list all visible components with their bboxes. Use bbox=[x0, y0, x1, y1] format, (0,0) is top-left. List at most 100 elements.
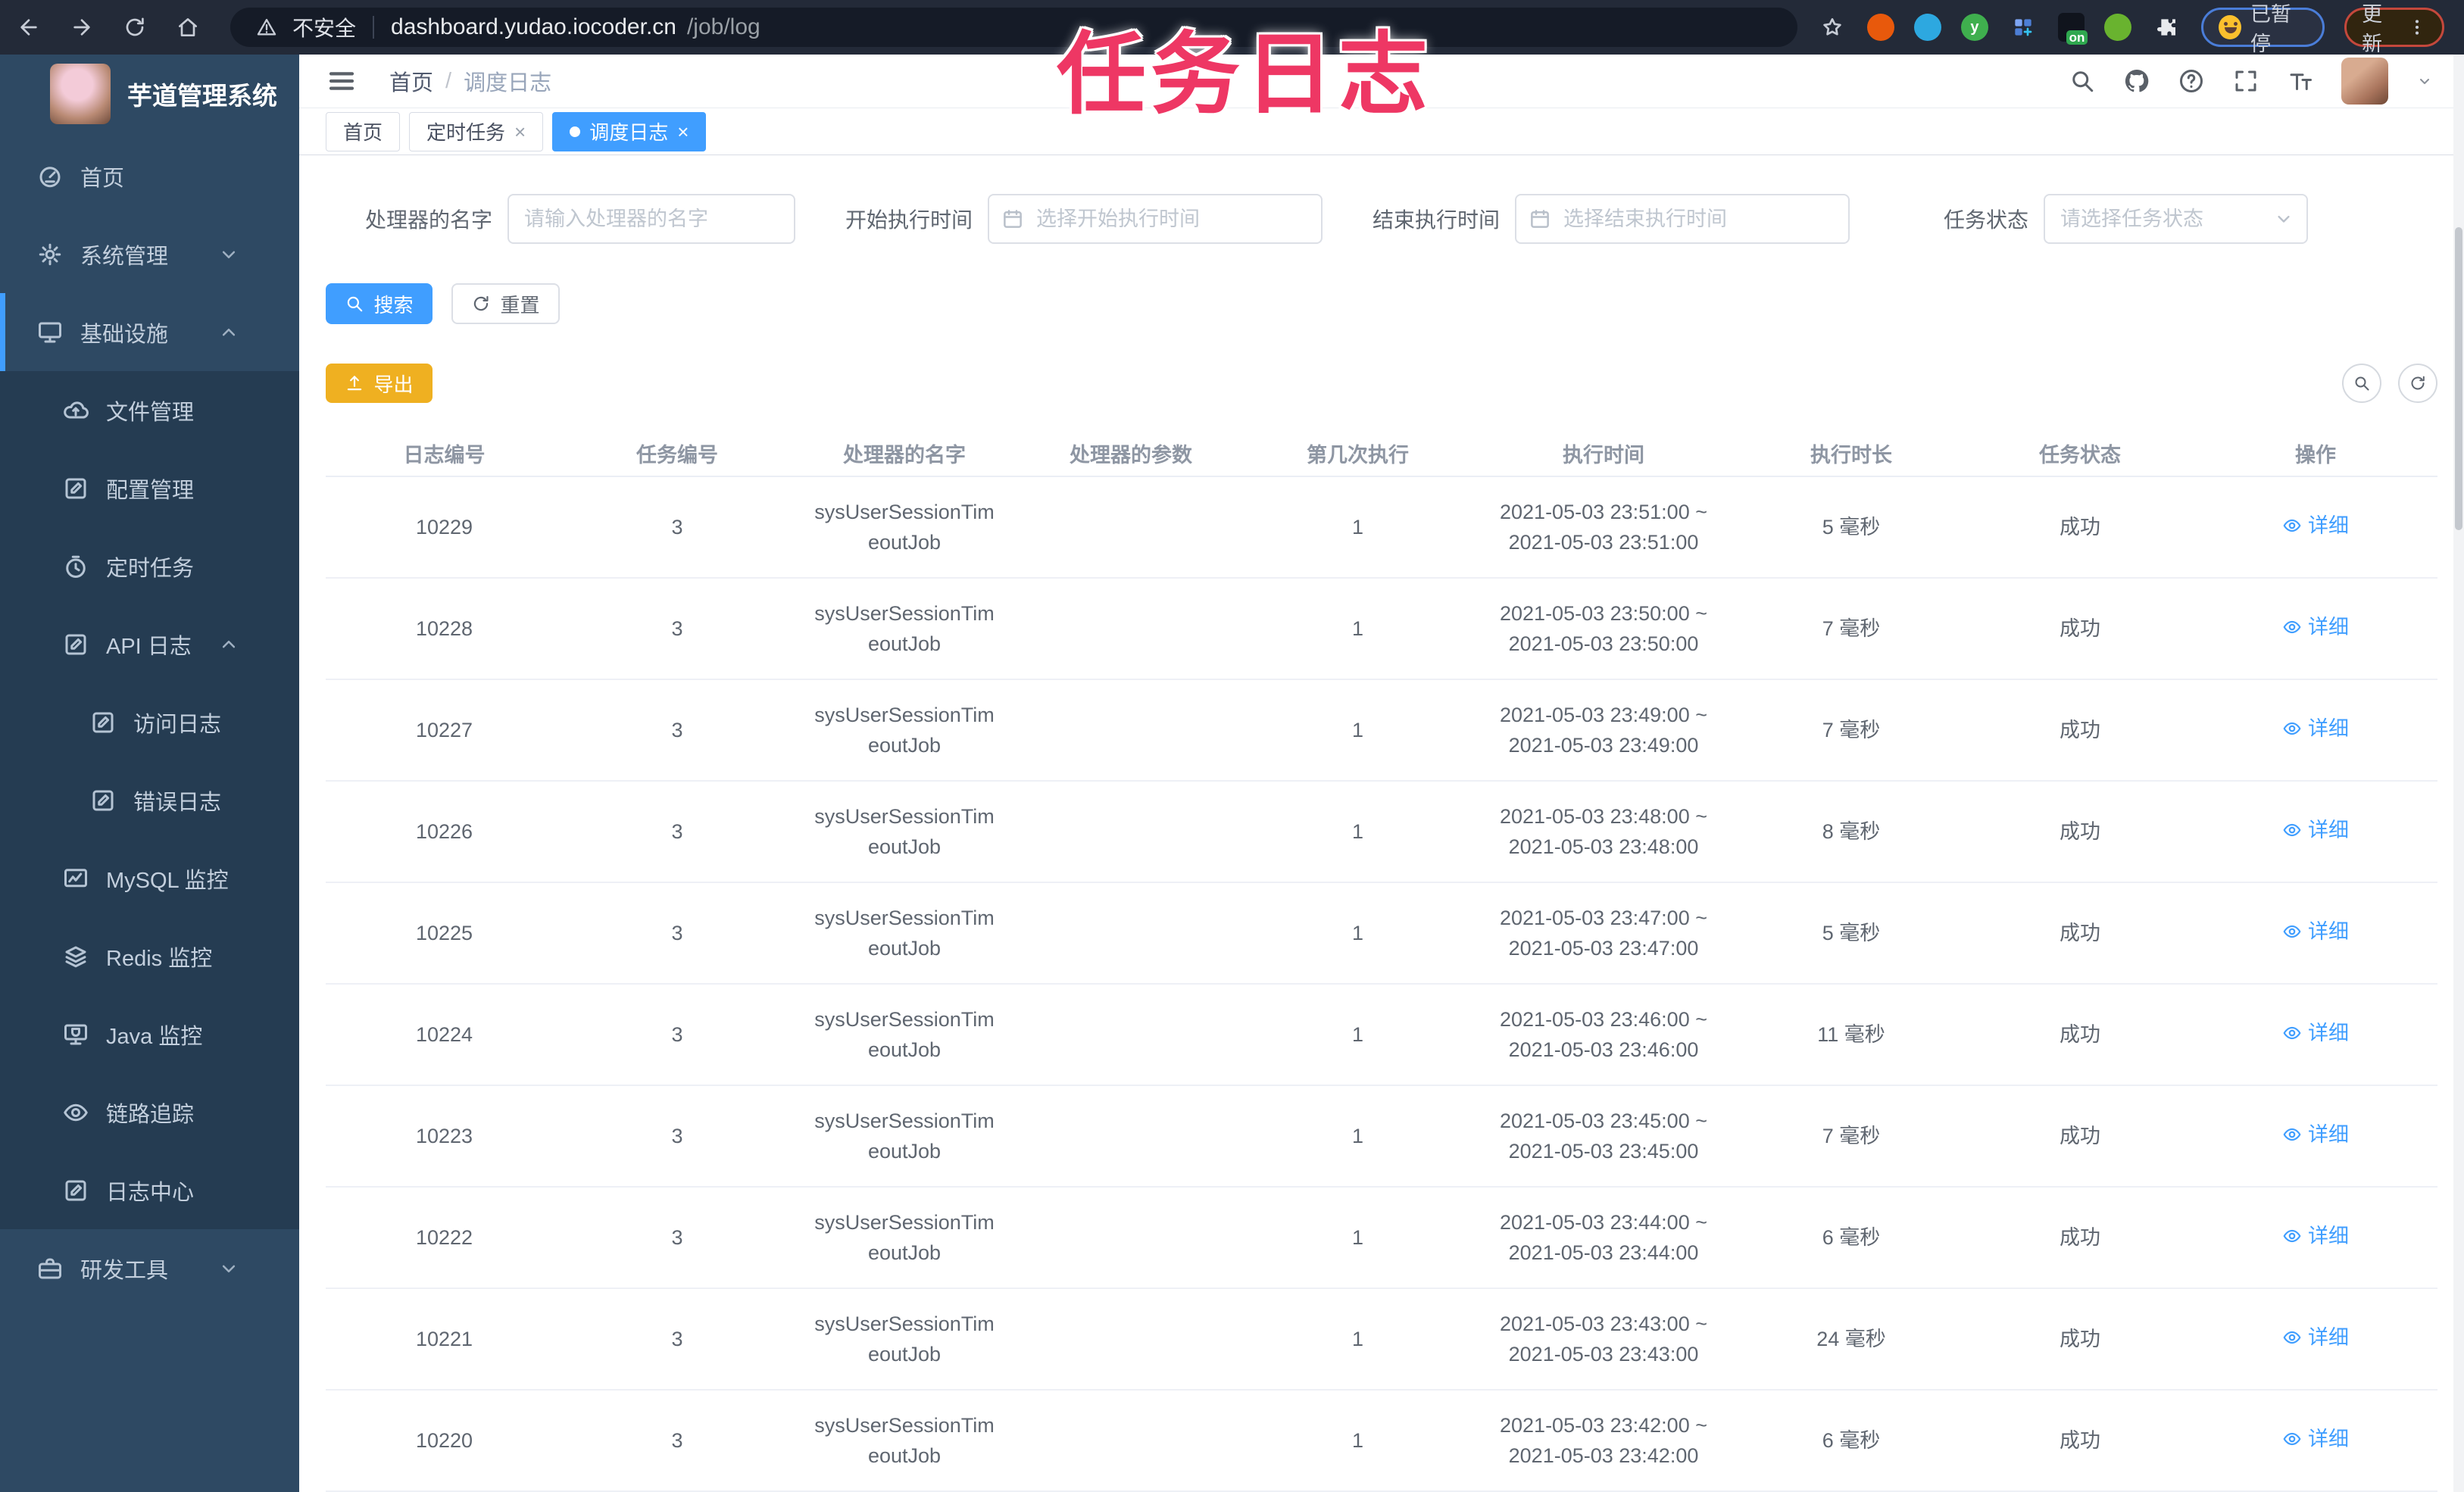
sidebar-item-7[interactable]: API 日志 bbox=[0, 605, 299, 683]
tags-view-bar: 首页 定时任务 × 调度日志 × bbox=[299, 108, 2464, 155]
eye-icon bbox=[2282, 617, 2302, 637]
stack-icon bbox=[62, 943, 89, 970]
extension-orange-icon[interactable] bbox=[1866, 14, 1894, 41]
eye-icon bbox=[2282, 516, 2302, 535]
cell-log-id: 10229 bbox=[415, 516, 473, 538]
tab-3[interactable]: 调度日志 × bbox=[552, 111, 707, 151]
cell-handler-name: sysUserSessionTim eoutJob bbox=[814, 704, 995, 757]
detail-link[interactable]: 详细 bbox=[2282, 713, 2349, 744]
cell-attempt: 1 bbox=[1351, 1226, 1364, 1249]
back-icon[interactable] bbox=[14, 12, 44, 42]
sidebar-item-10[interactable]: MySQL 监控 bbox=[0, 839, 299, 917]
handler-name-input[interactable] bbox=[507, 194, 795, 244]
detail-link[interactable]: 详细 bbox=[2282, 510, 2349, 541]
detail-link[interactable]: 详细 bbox=[2282, 1221, 2349, 1251]
tab-1[interactable]: 首页 bbox=[326, 111, 401, 151]
github-icon[interactable] bbox=[2123, 67, 2150, 95]
scrollbar-thumb[interactable] bbox=[2455, 227, 2462, 530]
detail-link[interactable]: 详细 bbox=[2282, 916, 2349, 947]
detail-link[interactable]: 详细 bbox=[2282, 815, 2349, 845]
sidebar-item-4[interactable]: 文件管理 bbox=[0, 371, 299, 449]
fullscreen-icon[interactable] bbox=[2232, 67, 2259, 95]
cell-duration: 5 毫秒 bbox=[1822, 922, 1881, 944]
cell-log-id: 10225 bbox=[415, 922, 473, 944]
sidebar-item-1[interactable]: 首页 bbox=[0, 137, 299, 215]
search-button[interactable]: 搜索 bbox=[326, 283, 433, 324]
security-warning-icon[interactable] bbox=[251, 12, 282, 42]
navbar-actions bbox=[2069, 58, 2434, 105]
toggle-search-button[interactable] bbox=[2342, 364, 2381, 403]
javamon-icon bbox=[62, 1021, 89, 1048]
sidebar-item-13[interactable]: 链路追踪 bbox=[0, 1073, 299, 1151]
detail-link[interactable]: 详细 bbox=[2282, 612, 2349, 642]
sidebar-item-11[interactable]: Redis 监控 bbox=[0, 917, 299, 995]
sidebar-item-8[interactable]: 访问日志 bbox=[0, 683, 299, 761]
security-label: 不安全 bbox=[292, 17, 357, 40]
bookmark-star-icon[interactable] bbox=[1817, 12, 1847, 42]
table-toolbar: 导出 bbox=[326, 364, 2437, 403]
cell-status: 成功 bbox=[2060, 617, 2100, 640]
page-scrollbar[interactable] bbox=[2453, 55, 2464, 1492]
start-time-input[interactable] bbox=[988, 194, 1323, 244]
export-button[interactable]: 导出 bbox=[326, 364, 433, 403]
avatar-caret-icon[interactable] bbox=[2416, 72, 2434, 90]
font-size-icon[interactable] bbox=[2287, 67, 2314, 95]
help-icon[interactable] bbox=[2178, 67, 2205, 95]
detail-link[interactable]: 详细 bbox=[2282, 1424, 2349, 1454]
end-time-input[interactable] bbox=[1515, 194, 1850, 244]
address-divider bbox=[373, 16, 375, 39]
job-status-select[interactable] bbox=[2044, 194, 2309, 244]
sidebar-item-3[interactable]: 基础设施 bbox=[0, 293, 299, 371]
sidebar-item-6[interactable]: 定时任务 bbox=[0, 527, 299, 605]
sidebar-item-2[interactable]: 系统管理 bbox=[0, 215, 299, 293]
browser-menu-dots-icon[interactable] bbox=[2407, 12, 2427, 42]
extension-leaf-icon[interactable] bbox=[2104, 14, 2132, 41]
sidebar-item-label: 基础设施 bbox=[80, 322, 169, 347]
monitor-icon bbox=[36, 319, 64, 346]
sidebar-item-5[interactable]: 配置管理 bbox=[0, 449, 299, 527]
tab-close-icon[interactable]: × bbox=[677, 122, 689, 142]
cell-job-id: 3 bbox=[671, 1429, 683, 1452]
reset-button[interactable]: 重置 bbox=[451, 283, 560, 324]
extension-green-y-icon[interactable]: y bbox=[1960, 14, 1988, 41]
detail-link[interactable]: 详细 bbox=[2282, 1119, 2349, 1150]
address-bar[interactable]: 不安全 dashboard.yudao.iocoder.cn/job/log bbox=[230, 8, 1797, 47]
app-logo bbox=[50, 64, 111, 124]
user-avatar[interactable] bbox=[2341, 58, 2388, 105]
hamburger-icon[interactable] bbox=[326, 65, 358, 97]
update-button[interactable]: 更新 bbox=[2344, 3, 2445, 55]
extension-on-icon[interactable]: on bbox=[2057, 13, 2088, 45]
col-job-id: 任务编号 bbox=[636, 443, 718, 467]
breadcrumb-home[interactable]: 首页 bbox=[389, 65, 433, 97]
table-header: 日志编号 任务编号 处理器的名字 处理器的参数 第几次执行 执行时间 执行时长 … bbox=[326, 430, 2437, 477]
cell-exec-time: 2021-05-03 23:51:00 ~2021-05-03 23:51:00 bbox=[1500, 501, 1707, 554]
sidebar-logo-row[interactable]: 芋道管理系统 bbox=[0, 55, 299, 133]
extension-grid-icon[interactable] bbox=[2008, 12, 2038, 42]
detail-link[interactable]: 详细 bbox=[2282, 1322, 2349, 1353]
extension-blue-icon[interactable] bbox=[1913, 14, 1941, 41]
start-time-label: 开始执行时间 bbox=[845, 208, 973, 232]
paused-badge[interactable]: 已暂停 bbox=[2201, 3, 2325, 55]
table-row: 10227 3 sysUserSessionTim eoutJob 1 2021-… bbox=[326, 680, 2437, 782]
sidebar-item-14[interactable]: 日志中心 bbox=[0, 1151, 299, 1229]
tab-close-icon[interactable]: × bbox=[514, 122, 526, 142]
search-icon[interactable] bbox=[2069, 67, 2096, 95]
cell-handler-name: sysUserSessionTim eoutJob bbox=[814, 501, 995, 554]
cell-handler-name: sysUserSessionTim eoutJob bbox=[814, 1008, 995, 1061]
end-time-label: 结束执行时间 bbox=[1373, 208, 1501, 232]
sidebar-item-9[interactable]: 错误日志 bbox=[0, 761, 299, 839]
extensions-puzzle-icon[interactable] bbox=[2151, 12, 2181, 42]
search-icon bbox=[2353, 374, 2371, 392]
sidebar-item-15[interactable]: 研发工具 bbox=[0, 1229, 299, 1307]
forward-icon[interactable] bbox=[67, 12, 97, 42]
cell-duration: 5 毫秒 bbox=[1822, 516, 1881, 538]
reload-icon[interactable] bbox=[120, 12, 150, 42]
edit-icon bbox=[89, 787, 117, 814]
home-icon[interactable] bbox=[173, 12, 203, 42]
tab-label: 首页 bbox=[343, 121, 383, 145]
refresh-table-button[interactable] bbox=[2398, 364, 2437, 403]
sidebar-item-12[interactable]: Java 监控 bbox=[0, 995, 299, 1073]
tab-2[interactable]: 定时任务 × bbox=[409, 111, 544, 151]
detail-link[interactable]: 详细 bbox=[2282, 1018, 2349, 1048]
cell-job-id: 3 bbox=[671, 820, 683, 843]
